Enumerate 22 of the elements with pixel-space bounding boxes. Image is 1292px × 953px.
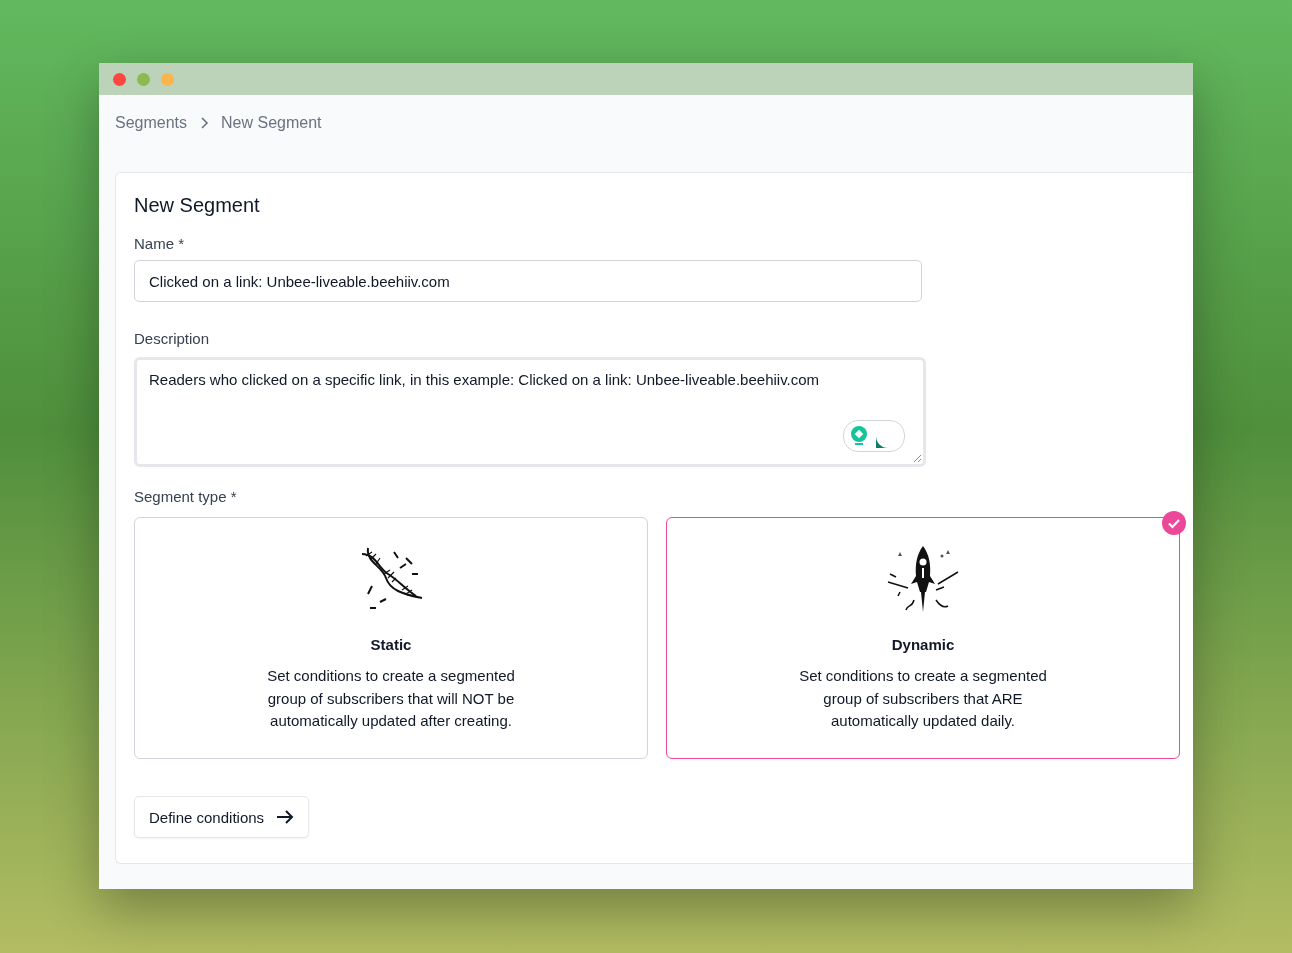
define-conditions-button[interactable]: Define conditions [134, 796, 310, 838]
segment-type-option[interactable]: Dynamic Set conditions to create a segmented group of subscribers that ARE automatically updated daily. [666, 517, 1180, 759]
description-field[interactable]: Readers who clicked on a specific link, in this example: Clicked on a link: Unbee-liveable.beehiiv.com [134, 357, 926, 467]
form-title: New Segment [134, 193, 261, 218]
resize-handle-icon[interactable] [913, 454, 921, 462]
name-field[interactable]: Clicked on a link: Unbee-liveable.beehiiv.com [134, 260, 922, 302]
close-dot-icon[interactable] [113, 72, 126, 86]
breadcrumb-link[interactable]: Segments [115, 114, 188, 132]
chevron-right-icon [199, 116, 210, 130]
minimize-dot-icon[interactable] [137, 72, 150, 86]
zoom-dot-icon[interactable] [161, 72, 174, 86]
arrow-right-icon [276, 809, 295, 825]
field-label: Segment type * [134, 487, 238, 507]
check-badge-icon [1162, 511, 1186, 535]
option-title: Dynamic [891, 636, 955, 653]
option-description: Set conditions to create a segmented group of subscribers that ARE automatically updated daily. [798, 666, 1048, 731]
option-description: Set conditions to create a segmented group of subscribers that will NOT be automatically updated after creating. [266, 666, 516, 731]
option-title: Static [370, 636, 412, 653]
field-label: Description [134, 329, 211, 349]
segment-type-option[interactable]: Static Set conditions to create a segmented group of subscribers that will NOT be automatically updated after creating. [134, 517, 648, 759]
breadcrumb-link[interactable]: New Segment [221, 114, 322, 132]
field-label: Name * [134, 234, 186, 254]
